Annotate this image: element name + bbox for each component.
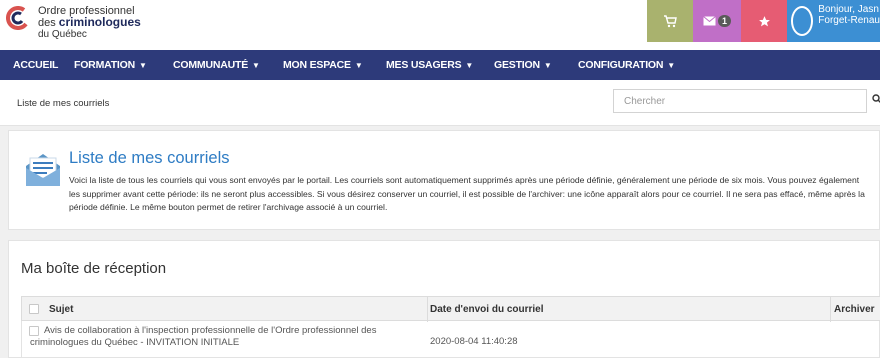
- user-menu[interactable]: Bonjour, Jasn Forget-Renau: [787, 0, 880, 42]
- mail-button[interactable]: 1: [693, 0, 741, 42]
- inbox-title: Ma boîte de réception: [21, 260, 167, 277]
- user-name: Forget-Renau: [818, 15, 880, 26]
- logo-mark-icon: [6, 6, 28, 30]
- cart-button[interactable]: [647, 0, 693, 42]
- envelope-icon: [703, 16, 716, 26]
- column-header-archive[interactable]: Archiver: [834, 304, 875, 315]
- email-list-icon: [26, 154, 60, 186]
- top-bar: Ordre professionnel des criminologues du…: [0, 0, 880, 50]
- logo-text: Ordre professionnel des criminologues du…: [38, 6, 141, 41]
- nav-item-formation[interactable]: FORMATION ▼: [74, 59, 147, 71]
- nav-item-accueil[interactable]: ACCUEIL: [13, 59, 58, 71]
- cart-icon: [664, 14, 677, 27]
- nav-label: ACCUEIL: [13, 59, 59, 71]
- nav-item-communaute[interactable]: COMMUNAUTÉ ▼: [173, 59, 260, 71]
- breadcrumb-bar: Liste de mes courriels Chercher: [0, 80, 880, 126]
- nav-item-configuration[interactable]: CONFIGURATION ▼: [578, 59, 675, 71]
- caret-down-icon: ▼: [465, 61, 474, 70]
- nav-label: CONFIGURATION: [578, 59, 664, 71]
- logo-line-2-prefix: des: [38, 17, 59, 29]
- nav-item-gestion[interactable]: GESTION ▼: [494, 59, 552, 71]
- nav-label: GESTION: [494, 59, 540, 71]
- page-title: Liste de mes courriels: [69, 149, 230, 167]
- nav-label: MES USAGERS: [386, 59, 462, 71]
- search-icon[interactable]: [872, 94, 880, 104]
- caret-down-icon: ▼: [543, 61, 552, 70]
- caret-down-icon: ▼: [139, 61, 147, 70]
- info-description: Voici la liste de tous les courriels qui…: [69, 175, 865, 212]
- avatar: [791, 6, 814, 36]
- column-header-subject[interactable]: Sujet: [49, 304, 73, 315]
- row-subject[interactable]: Avis de collaboration à l'inspection pro…: [30, 325, 410, 349]
- logo-line-2: des criminologues: [38, 15, 141, 29]
- nav-item-mon-espace[interactable]: MON ESPACE ▼: [283, 59, 363, 71]
- table-header: Sujet Date d'envoi du courriel Archiver: [21, 296, 880, 322]
- mail-count-badge: 1: [717, 15, 731, 27]
- logo-line-2-bold: criminologues: [58, 15, 141, 29]
- nav-label: FORMATION: [74, 59, 135, 71]
- info-panel: Liste de mes courriels Voici la liste de…: [8, 130, 880, 230]
- main-nav: ACCUEIL FORMATION ▼ COMMUNAUTÉ ▼ MON ESPAC…: [0, 50, 880, 80]
- row-date: 2020-08-04 11:40:28: [430, 336, 518, 347]
- column-header-date[interactable]: Date d'envoi du courriel: [430, 304, 544, 315]
- logo-line-3: du Québec: [38, 29, 87, 40]
- nav-label: COMMUNAUTÉ: [173, 59, 248, 71]
- inbox-panel: Ma boîte de réception Sujet Date d'envoi…: [8, 240, 880, 358]
- star-icon: [758, 15, 770, 26]
- favorites-button[interactable]: [741, 0, 787, 42]
- nav-item-mes-usagers[interactable]: MES USAGERS ▼: [386, 59, 473, 71]
- column-divider: [830, 297, 831, 322]
- search-input[interactable]: Chercher: [613, 89, 867, 113]
- caret-down-icon: ▼: [252, 61, 260, 70]
- user-greeting: Bonjour, Jasn: [818, 4, 879, 15]
- nav-label: MON ESPACE: [283, 59, 351, 71]
- table-row[interactable]: Avis de collaboration à l'inspection pro…: [21, 321, 880, 357]
- user-text: Bonjour, Jasn Forget-Renau: [818, 4, 880, 26]
- caret-down-icon: ▼: [354, 61, 363, 70]
- select-all-checkbox[interactable]: [29, 304, 39, 314]
- breadcrumb: Liste de mes courriels: [17, 98, 110, 109]
- logo[interactable]: Ordre professionnel des criminologues du…: [6, 6, 141, 40]
- column-divider: [427, 297, 428, 322]
- caret-down-icon: ▼: [667, 61, 675, 70]
